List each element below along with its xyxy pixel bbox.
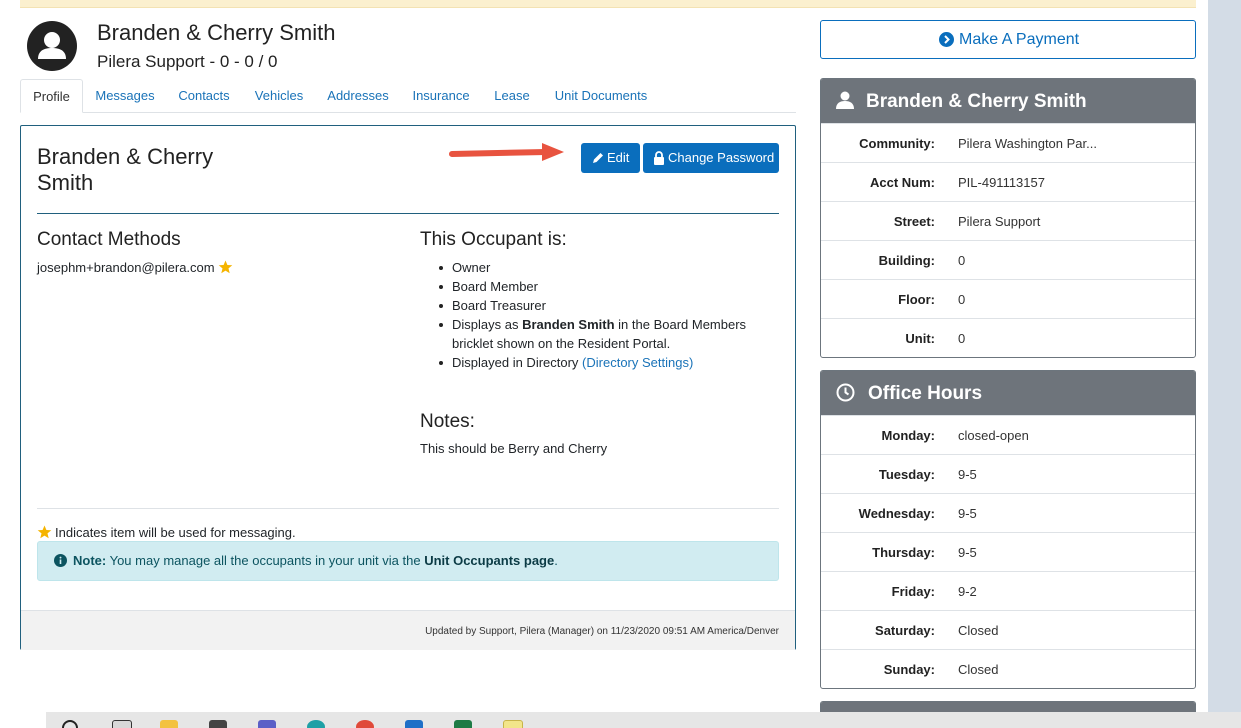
teams-icon[interactable] — [258, 720, 276, 728]
section-divider — [37, 508, 779, 509]
office-hours-panel: Office Hours Monday: closed-open Tuesday:… — [820, 370, 1196, 689]
note-alert: Note: You may manage all the occupants i… — [37, 541, 779, 581]
info-icon — [54, 554, 67, 567]
excel-icon[interactable] — [454, 720, 472, 728]
alert-label: Note: — [73, 553, 107, 568]
star-icon — [37, 525, 52, 539]
tab-unit-documents[interactable]: Unit Documents — [548, 79, 654, 112]
tab-profile[interactable]: Profile — [20, 79, 83, 113]
directory-settings-link[interactable]: (Directory Settings) — [582, 355, 693, 370]
title-divider — [37, 213, 779, 214]
directory-prefix: Displayed in Directory — [452, 355, 583, 370]
user-avatar-icon — [27, 21, 77, 71]
occupant-name: Branden & Cherry Smith — [37, 144, 214, 195]
change-password-label: Change Password — [668, 150, 775, 165]
info-row: Acct Num: PIL-491113157 — [821, 162, 1195, 201]
page-gutter — [1208, 0, 1241, 712]
red-arrow-icon — [449, 143, 564, 161]
info-row: Building: 0 — [821, 240, 1195, 279]
info-row: Community: Pilera Washington Par... — [821, 123, 1195, 162]
chevron-circle-right-icon — [939, 32, 954, 47]
file-explorer-icon[interactable] — [160, 720, 178, 728]
info-row: Floor: 0 — [821, 279, 1195, 318]
make-payment-label: Make A Payment — [959, 31, 1080, 48]
list-item: Displayed in Directory (Directory Settin… — [439, 353, 762, 372]
tab-contacts[interactable]: Contacts — [173, 79, 235, 112]
info-row: Street: Pilera Support — [821, 201, 1195, 240]
search-icon[interactable] — [62, 720, 78, 728]
notes-text: This should be Berry and Cherry — [420, 441, 608, 456]
tab-addresses[interactable]: Addresses — [323, 79, 393, 112]
unit-info-header: Branden & Cherry Smith — [821, 79, 1195, 123]
hours-row: Saturday: Closed — [821, 610, 1195, 649]
card-footer: Updated by Support, Pilera (Manager) on … — [21, 610, 795, 650]
notes-icon[interactable] — [503, 720, 523, 728]
profile-card: Branden & Cherry Smith Edit Change Passw… — [20, 125, 796, 650]
tab-vehicles[interactable]: Vehicles — [248, 79, 310, 112]
task-view-icon[interactable] — [112, 720, 132, 728]
unit-occupants-link[interactable]: Unit Occupants page — [424, 553, 554, 568]
tab-messages[interactable]: Messages — [90, 79, 160, 112]
taskbar-start-area[interactable] — [0, 712, 46, 728]
star-legend: Indicates item will be used for messagin… — [37, 525, 296, 540]
profile-tabs: Profile Messages Contacts Vehicles Addre… — [20, 79, 796, 113]
unit-name: Branden & Cherry Smith — [97, 20, 336, 45]
alert-end: . — [554, 553, 558, 568]
top-notice-bar — [20, 0, 1196, 8]
unit-info-panel: Branden & Cherry Smith Community: Pilera … — [820, 78, 1196, 358]
contact-email: josephm+brandon@pilera.com — [37, 260, 233, 275]
list-item: Board Treasurer — [439, 296, 762, 315]
unit-subtitle: Pilera Support - 0 - 0 / 0 — [97, 52, 278, 71]
change-password-button[interactable]: Change Password — [643, 143, 779, 173]
info-row: Unit: 0 — [821, 318, 1195, 357]
hours-row: Monday: closed-open — [821, 415, 1195, 454]
list-item: Owner — [439, 258, 762, 277]
hours-row: Wednesday: 9-5 — [821, 493, 1195, 532]
displays-prefix: Displays as — [452, 317, 523, 332]
hours-row: Sunday: Closed — [821, 649, 1195, 688]
contact-methods-heading: Contact Methods — [37, 229, 181, 250]
occupant-roles-heading: This Occupant is: — [420, 229, 567, 250]
edit-button-label: Edit — [607, 150, 630, 165]
hours-row: Tuesday: 9-5 — [821, 454, 1195, 493]
chrome-icon[interactable] — [356, 720, 374, 728]
occupant-roles-list: Owner Board Member Board Treasurer Displ… — [439, 258, 762, 372]
edit-button[interactable]: Edit — [581, 143, 640, 173]
hours-row: Thursday: 9-5 — [821, 532, 1195, 571]
lock-icon — [654, 151, 664, 165]
updated-by-text: Updated by Support, Pilera (Manager) on … — [425, 626, 779, 637]
user-icon — [836, 91, 854, 109]
tab-lease[interactable]: Lease — [489, 79, 535, 112]
notes-heading: Notes: — [420, 411, 475, 432]
os-taskbar — [0, 712, 1241, 728]
store-icon[interactable] — [209, 720, 227, 728]
pencil-icon — [593, 153, 603, 163]
email-text: josephm+brandon@pilera.com — [37, 260, 215, 275]
alert-text: You may manage all the occupants in your… — [106, 553, 425, 568]
list-item: Board Member — [439, 277, 762, 296]
display-name: Branden Smith — [522, 317, 615, 332]
tab-insurance[interactable]: Insurance — [406, 79, 476, 112]
star-icon — [218, 260, 232, 274]
list-item: Displays as Branden Smith in the Board M… — [439, 315, 762, 353]
hours-row: Friday: 9-2 — [821, 571, 1195, 610]
outlook-icon[interactable] — [405, 720, 423, 728]
unit-info-title: Branden & Cherry Smith — [866, 91, 1087, 112]
office-hours-header: Office Hours — [821, 371, 1195, 415]
make-payment-button[interactable]: Make A Payment — [820, 20, 1196, 59]
office-hours-title: Office Hours — [868, 383, 983, 404]
legend-text: Indicates item will be used for messagin… — [55, 525, 296, 540]
edge-icon[interactable] — [307, 720, 325, 728]
clock-icon — [836, 383, 855, 402]
